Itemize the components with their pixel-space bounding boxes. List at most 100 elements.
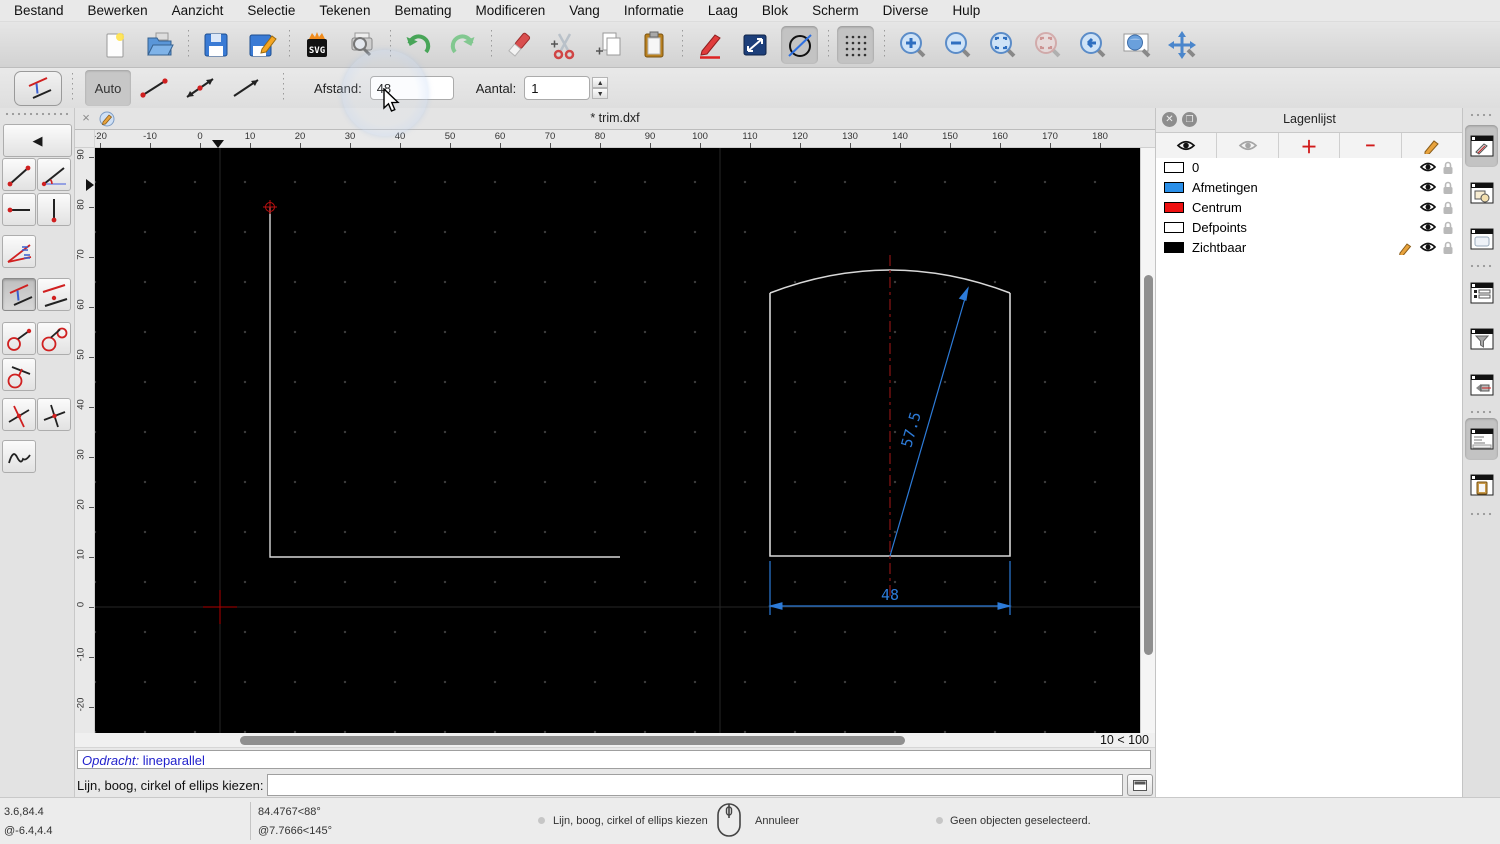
menu-modificeren[interactable]: Modificeren [476,3,546,18]
layer-color-swatch[interactable] [1164,222,1184,233]
layer-color-swatch[interactable] [1164,242,1184,253]
selection-scale-button[interactable] [736,26,773,64]
dock-command-line-button[interactable] [1465,418,1498,460]
layer-lock-icon[interactable] [1442,241,1454,258]
snap-endpoints-button[interactable] [131,70,177,106]
zoom-back-button[interactable] [1073,26,1110,64]
current-tool-button[interactable] [14,70,62,106]
undo-button[interactable] [399,26,436,64]
tool-line-bisector[interactable] [2,235,36,268]
tool-line-horizontal[interactable] [2,193,36,226]
vertical-scrollbar-thumb[interactable] [1144,275,1153,655]
menu-blok[interactable]: Blok [762,3,788,18]
zoom-previous-button[interactable] [1028,26,1065,64]
menu-bestand[interactable]: Bestand [14,3,64,18]
layer-visibility-eye-icon[interactable] [1419,161,1437,176]
tool-line-parallel[interactable] [2,278,36,311]
zoom-window-button[interactable] [1118,26,1155,64]
zoom-out-button[interactable] [938,26,975,64]
snap-middle-button[interactable] [177,70,223,106]
menu-informatie[interactable]: Informatie [624,3,684,18]
menu-scherm[interactable]: Scherm [812,3,859,18]
copy-button[interactable] [590,26,627,64]
dock-drag-handle[interactable] [1469,113,1495,117]
command-input[interactable] [267,774,1123,796]
tool-line-vertical[interactable] [37,193,71,226]
tool-line-tangent-two-circles[interactable] [37,322,71,355]
layer-row-centrum[interactable]: Centrum [1156,198,1463,218]
layer-lock-icon[interactable] [1442,181,1454,198]
dock-library-browser-button[interactable] [1465,218,1498,260]
delete-button[interactable] [500,26,537,64]
pen-attributes-button[interactable] [691,26,728,64]
remove-layer-button[interactable]: − [1340,133,1402,158]
vertical-scrollbar[interactable] [1140,148,1155,733]
distance-input[interactable] [369,76,454,100]
layer-row-defpoints[interactable]: Defpoints [1156,218,1463,238]
pan-button[interactable] [1163,26,1200,64]
dock-selection-filter-button[interactable] [1465,318,1498,360]
svg-export-button[interactable]: SVG [298,26,335,64]
menu-diverse[interactable]: Diverse [883,3,929,18]
menu-selectie[interactable]: Selectie [247,3,295,18]
dock-layer-list-button[interactable] [1465,125,1498,167]
grid-toggle-button[interactable] [837,25,874,64]
edit-layer-button[interactable] [1402,133,1464,158]
dock-command-options-button[interactable] [1465,364,1498,406]
add-layer-button[interactable]: ＋ [1279,133,1341,158]
layer-visibility-eye-icon[interactable] [1419,221,1437,236]
new-file-button[interactable] [96,26,133,64]
menu-tekenen[interactable]: Tekenen [319,3,370,18]
count-input[interactable] [524,76,591,100]
layer-visibility-eye-icon[interactable] [1419,241,1437,256]
zoom-in-button[interactable] [893,26,930,64]
drawing-canvas[interactable]: 48 57.5 [95,148,1140,733]
palette-drag-handle[interactable] [4,112,68,116]
snap-free-button[interactable] [223,70,269,106]
show-all-layers-button[interactable] [1156,133,1218,158]
dock-drag-handle[interactable] [1469,512,1495,516]
draft-mode-button[interactable] [781,25,818,64]
layer-row-0[interactable]: 0 [1156,158,1463,178]
tool-line-two-points[interactable] [2,158,36,191]
layer-row-afmetingen[interactable]: Afmetingen [1156,178,1463,198]
open-file-button[interactable] [141,26,178,64]
paste-button[interactable] [635,26,672,64]
horizontal-scrollbar-thumb[interactable] [240,736,905,745]
zoom-auto-button[interactable] [983,26,1020,64]
dock-entity-list-button[interactable] [1465,272,1498,314]
palette-back-button[interactable]: ◀ [3,124,72,157]
hide-all-layers-button[interactable] [1217,133,1279,158]
redo-button[interactable] [444,26,481,64]
tool-line-parallel-through-point[interactable] [37,278,71,311]
dock-block-list-button[interactable] [1465,172,1498,214]
spinner-up-icon[interactable]: ▲ [592,77,609,88]
tool-line-angle[interactable] [37,158,71,191]
auto-snap-button[interactable]: Auto [85,70,131,106]
menu-bewerken[interactable]: Bewerken [88,3,148,18]
menu-aanzicht[interactable]: Aanzicht [172,3,224,18]
layer-lock-icon[interactable] [1442,221,1454,238]
cut-button[interactable] [545,26,582,64]
layer-color-swatch[interactable] [1164,182,1184,193]
spinner-down-icon[interactable]: ▼ [592,88,609,99]
menu-laag[interactable]: Laag [708,3,738,18]
tool-line-tangent-orthogonal[interactable] [2,358,36,391]
count-spinner[interactable]: ▲ ▼ [592,77,609,99]
layer-row-zichtbaar[interactable]: Zichtbaar [1156,238,1463,258]
layer-color-swatch[interactable] [1164,162,1184,173]
layer-visibility-eye-icon[interactable] [1419,181,1437,196]
horizontal-scrollbar[interactable]: 10 < 100 [75,733,1155,748]
menu-bemating[interactable]: Bemating [394,3,451,18]
save-button[interactable] [197,26,234,64]
tool-line-relative-angle[interactable] [2,398,36,431]
tool-line-tangent-point-circle[interactable] [2,322,36,355]
layer-visibility-eye-icon[interactable] [1419,201,1437,216]
print-preview-button[interactable] [343,26,380,64]
tool-line-freehand[interactable] [2,440,36,473]
command-keyboard-button[interactable] [1127,774,1153,796]
menu-hulp[interactable]: Hulp [952,3,980,18]
dock-clipboard-button[interactable] [1465,464,1498,506]
layer-color-swatch[interactable] [1164,202,1184,213]
tool-line-orthogonal[interactable] [37,398,71,431]
